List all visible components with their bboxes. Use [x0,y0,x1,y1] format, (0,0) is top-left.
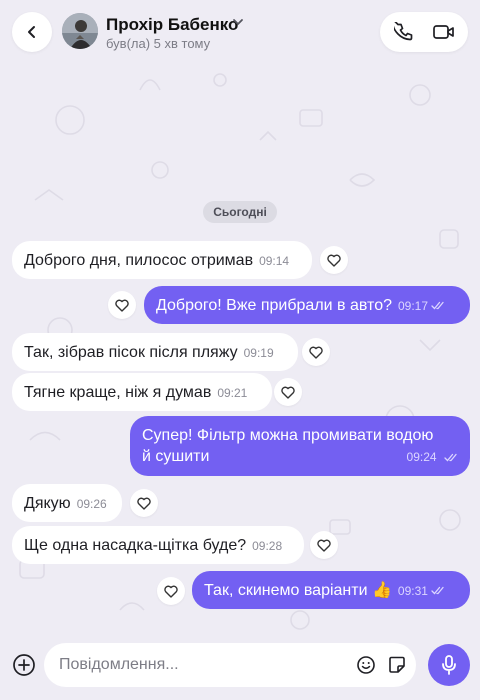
message-outgoing[interactable]: Супер! Фільтр можна промивати водою й су… [130,416,470,476]
like-button[interactable] [320,246,348,274]
avatar-photo [62,13,98,49]
voice-call-button[interactable] [391,19,414,42]
message-text: Тягне краще, ніж я думав [24,384,212,401]
heart-icon [281,386,295,399]
heart-icon [317,539,331,552]
microphone-icon [442,655,456,675]
chat-header: Прохір Бабенко був(ла) 5 хв тому [0,0,480,64]
heart-icon [309,346,323,359]
message-time: 09:17 [397,299,429,313]
sticker-icon[interactable] [387,655,407,675]
like-button[interactable] [130,489,158,517]
call-actions [380,12,468,52]
message-time: 09:31 [397,584,428,598]
message-incoming[interactable]: Тягне краще, ніж я думав 09:21 [12,373,272,411]
avatar[interactable] [62,13,98,49]
message-time: 09:26 [76,497,107,511]
message-text: Так, зібрав пісок після пляжу [24,344,238,361]
phone-icon [391,19,413,41]
message-incoming[interactable]: Доброго дня, пилосос отримав 09:14 [12,241,312,279]
heart-icon [115,299,129,312]
date-separator: Сьогодні [203,201,277,223]
double-check-icon [444,453,457,462]
like-button[interactable] [310,531,338,559]
heart-icon [327,254,341,267]
chevron-down-icon[interactable] [232,17,244,27]
message-composer [44,643,416,687]
plus-circle-icon[interactable] [12,653,36,677]
message-text: Доброго дня, пилосос отримав [24,252,254,269]
message-text-line: й сушити [142,448,210,465]
emoji-icon[interactable] [356,655,376,675]
message-time: 09:21 [217,386,248,400]
back-chevron-icon [28,26,35,38]
video-call-button[interactable] [432,22,456,42]
message-incoming[interactable]: Дякую 09:26 [12,484,122,522]
heart-icon [164,585,178,598]
contact-name[interactable]: Прохір Бабенко [106,15,238,35]
message-outgoing[interactable]: Доброго! Вже прибрали в авто? 09:17 [144,286,470,324]
like-button[interactable] [157,577,185,605]
message-incoming[interactable]: Так, зібрав пісок після пляжу 09:19 [12,333,298,371]
contact-status: був(ла) 5 хв тому [106,36,211,51]
double-check-icon [431,586,444,595]
double-check-icon [431,301,444,310]
heart-icon [137,497,151,510]
like-button[interactable] [302,338,330,366]
message-input[interactable] [59,655,339,675]
message-time: 09:19 [243,346,274,360]
message-time: 09:24 [406,450,437,464]
message-text: Так, скинемо варіанти 👍 [204,582,392,599]
video-camera-icon [433,25,454,39]
message-text: Доброго! Вже прибрали в авто? [156,297,392,314]
back-button[interactable] [12,12,52,52]
like-button[interactable] [274,378,302,406]
voice-message-button[interactable] [428,644,470,686]
message-incoming[interactable]: Ще одна насадка-щітка буде? 09:28 [12,526,304,564]
message-text-line: Супер! Фільтр можна промивати водою [142,427,434,444]
message-text: Ще одна насадка-щітка буде? [24,537,247,554]
message-time: 09:14 [259,254,290,268]
message-outgoing[interactable]: Так, скинемо варіанти 👍 09:31 [192,571,470,609]
like-button[interactable] [108,291,136,319]
message-time: 09:28 [252,539,283,553]
message-text: Дякую [24,495,71,512]
